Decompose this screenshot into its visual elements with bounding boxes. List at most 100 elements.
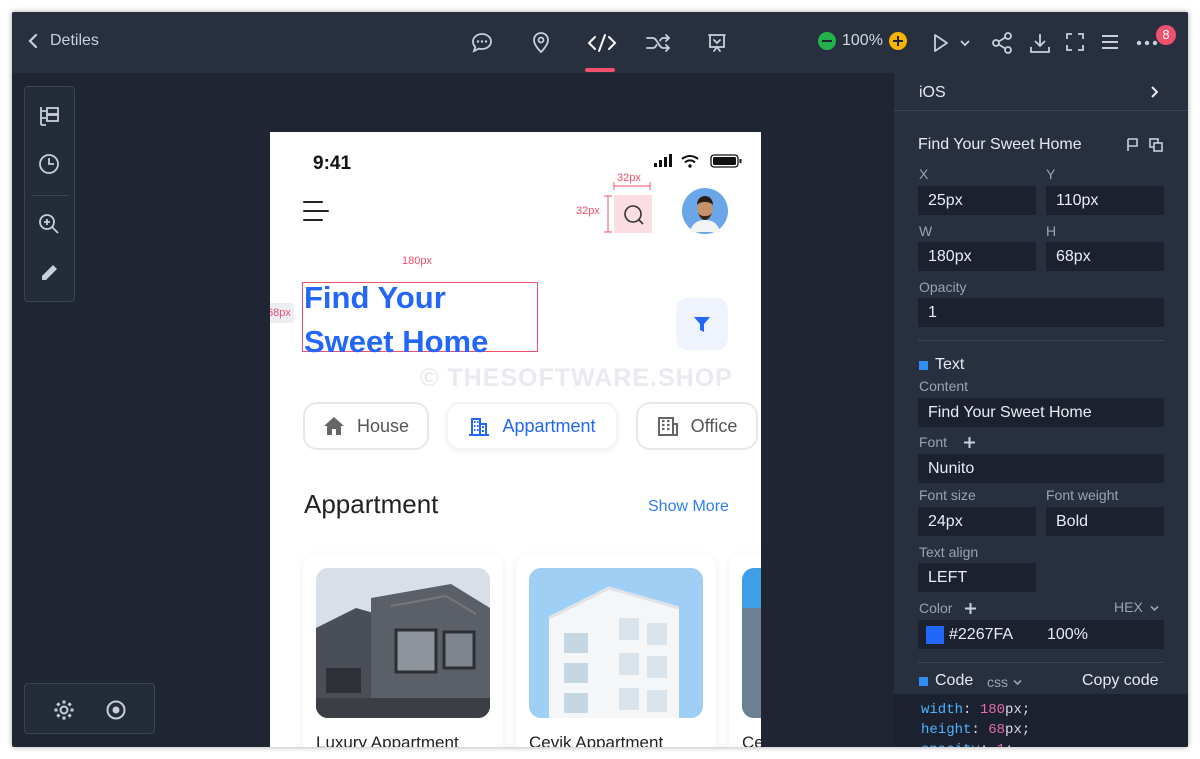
font-weight-label: Font weight <box>1046 487 1119 503</box>
play-icon[interactable] <box>932 32 950 54</box>
measure-title-width: 180px <box>402 255 432 267</box>
history-clock-icon[interactable] <box>38 153 60 175</box>
add-color-icon[interactable] <box>964 602 977 615</box>
category-house[interactable]: House <box>303 402 429 450</box>
layers-tree-icon[interactable] <box>38 105 60 127</box>
x-field[interactable]: 25px <box>918 186 1036 215</box>
bottom-tool-palette <box>24 683 155 734</box>
color-field[interactable]: #2267FA 100% <box>918 620 1164 649</box>
text-section-label: Text <box>935 356 965 373</box>
chevron-down-icon <box>1013 679 1022 685</box>
y-field[interactable]: 110px <box>1046 186 1164 215</box>
property-image <box>529 568 703 718</box>
chevron-down-icon[interactable] <box>960 38 970 48</box>
property-card[interactable]: Luxury Appartment <box>303 555 503 747</box>
filter-button[interactable] <box>676 298 728 350</box>
zoom-control: 100% <box>818 32 907 50</box>
measure-title-height: 68px <box>270 307 291 319</box>
notification-badge: 8 <box>1156 25 1176 45</box>
code-line: height: 68px; <box>921 722 1031 738</box>
font-size-field[interactable]: 24px <box>918 507 1036 536</box>
section-title: Appartment <box>304 489 439 519</box>
property-card[interactable]: Cevik Appartment <box>516 555 716 747</box>
property-image <box>316 568 490 718</box>
page-title-line-2: Sweet Home <box>304 324 489 359</box>
height-field[interactable]: 68px <box>1046 242 1164 271</box>
hamburger-menu-icon[interactable] <box>303 200 329 222</box>
back-button[interactable]: Detiles <box>28 32 99 50</box>
code-language-select[interactable]: css <box>987 674 1022 690</box>
property-image <box>742 568 761 718</box>
section-marker-icon <box>919 360 928 370</box>
menu-icon[interactable] <box>1100 32 1120 52</box>
active-tab-indicator <box>585 68 615 72</box>
property-card[interactable]: Ce <box>729 555 761 747</box>
platform-label: iOS <box>919 84 946 101</box>
opacity-field[interactable]: 1 <box>918 298 1164 327</box>
copy-icon[interactable] <box>1149 138 1163 152</box>
location-pin-icon[interactable] <box>529 31 553 55</box>
top-toolbar: Detiles 100% 8 <box>12 12 1188 73</box>
category-office[interactable]: Office <box>636 402 758 450</box>
color-picker-icon[interactable] <box>38 262 60 284</box>
avatar[interactable] <box>682 188 728 234</box>
page-title: Find Your Sweet Home <box>304 276 488 364</box>
property-name: Luxury Appartment <box>316 733 459 747</box>
more-icon[interactable] <box>1136 39 1158 47</box>
palette-divider <box>31 195 69 196</box>
present-icon[interactable] <box>705 31 729 55</box>
color-swatch[interactable] <box>926 625 944 644</box>
code-line: width: 180px; <box>921 702 1031 718</box>
search-icon <box>624 205 644 225</box>
color-format-select[interactable]: HEX <box>1114 599 1159 615</box>
opacity-label: Opacity <box>919 279 967 295</box>
panel-divider <box>918 340 1164 341</box>
zoom-in-button[interactable] <box>888 32 907 50</box>
color-label: Color <box>919 600 953 616</box>
panel-divider <box>918 662 1164 663</box>
category-appartment[interactable]: Appartment <box>446 402 618 450</box>
color-format-label: HEX <box>1114 599 1143 615</box>
content-field[interactable]: Find Your Sweet Home <box>918 398 1164 427</box>
settings-gear-icon[interactable] <box>53 699 75 721</box>
shuffle-icon[interactable] <box>645 31 673 55</box>
add-font-icon[interactable] <box>963 436 976 449</box>
eye-visibility-icon[interactable] <box>105 699 127 721</box>
property-name: Cevik Appartment <box>529 733 664 747</box>
zoom-level: 100% <box>842 32 883 49</box>
comment-icon[interactable] <box>470 31 494 55</box>
text-section-header: Text <box>919 356 964 374</box>
filter-icon <box>694 317 710 332</box>
category-label: Office <box>690 415 738 436</box>
flag-icon[interactable] <box>1126 138 1139 152</box>
back-label: Detiles <box>50 32 99 49</box>
platform-selector[interactable]: iOS <box>894 73 1188 111</box>
search-button[interactable] <box>614 195 652 233</box>
inspector-panel: iOS Find Your Sweet Home X Y 25px 110px … <box>894 73 1188 747</box>
share-icon[interactable] <box>991 32 1013 54</box>
width-field[interactable]: 180px <box>918 242 1036 271</box>
zoom-in-icon[interactable] <box>38 213 60 235</box>
font-weight-field[interactable]: Bold <box>1046 507 1164 536</box>
section-marker-icon <box>919 676 928 686</box>
phone-artboard: 9:41 32px 32px 180px 68px Find Your Swee… <box>270 132 761 747</box>
fullscreen-icon[interactable] <box>1065 32 1085 52</box>
copy-code-button[interactable]: Copy code <box>1082 672 1159 690</box>
show-more-link[interactable]: Show More <box>648 498 729 516</box>
content-label: Content <box>919 378 969 394</box>
w-label: W <box>919 223 933 239</box>
download-icon[interactable] <box>1029 32 1051 54</box>
property-name: Ce <box>742 733 761 747</box>
text-align-label: Text align <box>919 544 979 560</box>
zoom-out-button[interactable] <box>818 32 836 50</box>
code-line: opacity: 1; <box>921 740 1188 747</box>
font-field[interactable]: Nunito <box>918 454 1164 483</box>
code-block: width: 180px; height: 68px; opacity: 1; <box>894 694 1188 747</box>
status-time: 9:41 <box>313 153 352 174</box>
code-icon[interactable] <box>587 31 617 55</box>
font-size-label: Font size <box>919 487 976 503</box>
category-label: Appartment <box>502 415 596 436</box>
text-align-field[interactable]: LEFT <box>918 563 1036 592</box>
color-opacity-value: 100% <box>1047 626 1088 643</box>
measure-width-label: 32px <box>617 172 641 184</box>
